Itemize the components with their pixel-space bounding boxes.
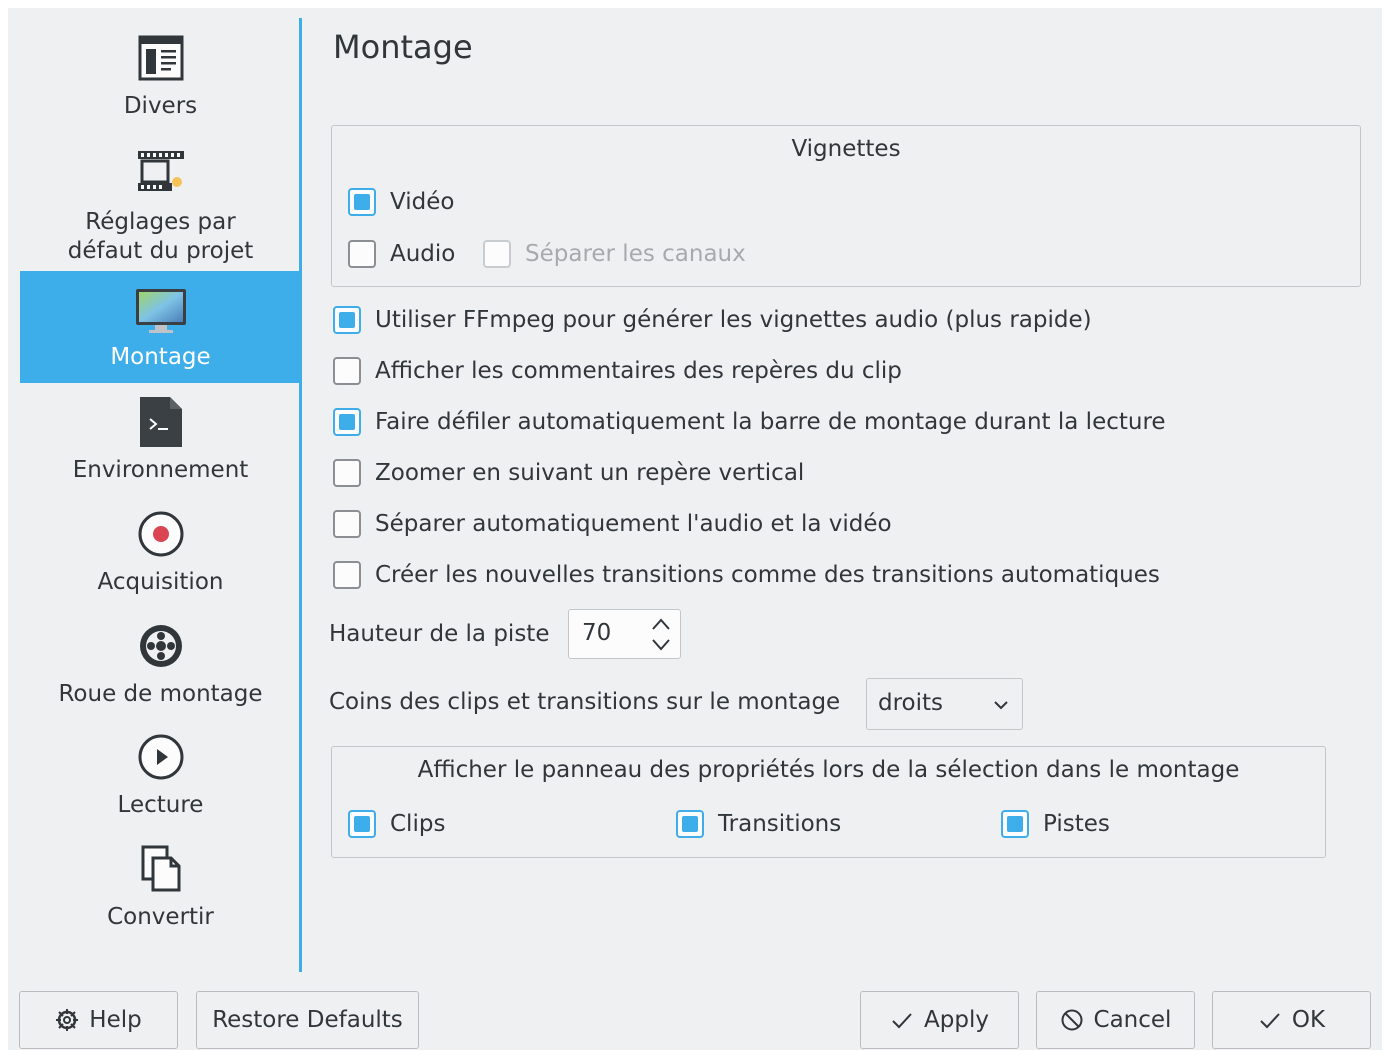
track-height-label: Hauteur de la piste [329, 621, 550, 647]
checkbox-box [333, 510, 361, 538]
record-icon [135, 508, 187, 560]
cancel-icon [1060, 1008, 1084, 1032]
chevron-down-icon [990, 695, 1012, 715]
automatic-transitions-checkbox[interactable]: Créer les nouvelles transitions comme de… [333, 561, 1160, 589]
sidebar-item-acquisition[interactable]: Acquisition [20, 508, 301, 608]
sidebar-divider [299, 18, 302, 972]
checkmark-icon [890, 1008, 914, 1032]
checkbox-box [333, 306, 361, 334]
checkbox-label: Séparer les canaux [525, 241, 746, 267]
help-button[interactable]: Help [19, 991, 178, 1049]
checkbox-label: Afficher les commentaires des repères du… [375, 358, 902, 384]
video-thumbnails-checkbox[interactable]: Vidéo [348, 188, 454, 216]
help-icon [55, 1008, 79, 1032]
cancel-button[interactable]: Cancel [1036, 991, 1195, 1049]
convert-icon [135, 843, 187, 895]
terminal-icon [135, 396, 187, 448]
sidebar-item-montage[interactable]: Montage [20, 271, 301, 383]
button-label: Restore Defaults [212, 1007, 403, 1033]
checkbox-label: Zoomer en suivant un repère vertical [375, 460, 805, 486]
sidebar-item-label: Environnement [72, 457, 249, 483]
play-icon [135, 731, 187, 783]
film-project-icon [135, 146, 187, 198]
page-title: Montage [333, 28, 473, 66]
sidebar-item-label: Réglages par défaut du projet [67, 209, 254, 264]
properties-panel-group: Afficher le panneau des propriétés lors … [331, 746, 1326, 858]
checkbox-label: Vidéo [390, 189, 455, 215]
ffmpeg-audio-thumbnails-checkbox[interactable]: Utiliser FFmpeg pour générer les vignett… [333, 306, 1092, 334]
checkbox-label: Transitions [718, 811, 842, 837]
sidebar-item-convertir[interactable]: Convertir [20, 843, 301, 943]
checkmark-icon [1258, 1008, 1282, 1032]
show-marker-comments-checkbox[interactable]: Afficher les commentaires des repères du… [333, 357, 902, 385]
checkbox-box [348, 240, 376, 268]
properties-tracks-checkbox[interactable]: Pistes [1001, 810, 1110, 838]
properties-clips-checkbox[interactable]: Clips [348, 810, 445, 838]
sidebar-item-roue-de-montage[interactable]: Roue de montage [20, 620, 301, 720]
checkbox-label: Clips [390, 811, 446, 837]
audio-thumbnails-checkbox[interactable]: Audio [348, 240, 455, 268]
zoom-follow-marker-checkbox[interactable]: Zoomer en suivant un repère vertical [333, 459, 804, 487]
group-title: Vignettes [791, 136, 901, 162]
clip-corners-label: Coins des clips et transitions sur le mo… [329, 689, 841, 715]
chevron-up-icon[interactable] [649, 614, 673, 634]
checkbox-box [1001, 810, 1029, 838]
checkbox-box [333, 408, 361, 436]
checkbox-box [333, 459, 361, 487]
sidebar-item-label: Convertir [107, 904, 214, 930]
checkbox-label: Séparer automatiquement l'audio et la vi… [375, 511, 892, 537]
sidebar-item-label: Roue de montage [58, 681, 263, 707]
checkbox-label: Audio [390, 241, 456, 267]
button-label: Cancel [1093, 1007, 1172, 1033]
sidebar-item-lecture[interactable]: Lecture [20, 731, 301, 831]
checkbox-label: Utiliser FFmpeg pour générer les vignett… [375, 307, 1092, 333]
spinbox-value: 70 [582, 620, 612, 646]
ok-button[interactable]: OK [1212, 991, 1371, 1049]
apply-button[interactable]: Apply [860, 991, 1019, 1049]
track-height-spinbox[interactable]: 70 [568, 609, 681, 659]
sidebar: Divers Réglages par défaut du projet Mont… [20, 18, 301, 972]
button-label: OK [1291, 1007, 1326, 1033]
button-label: Help [89, 1007, 142, 1033]
checkbox-box [333, 357, 361, 385]
sidebar-item-divers[interactable]: Divers [20, 32, 301, 132]
checkbox-label: Pistes [1043, 811, 1110, 837]
sidebar-item-label: Divers [123, 93, 198, 119]
sidebar-item-label: Lecture [117, 792, 204, 818]
checkbox-label: Créer les nouvelles transitions comme de… [375, 562, 1160, 588]
autoscroll-timeline-checkbox[interactable]: Faire défiler automatiquement la barre d… [333, 408, 1166, 436]
jog-wheel-icon [135, 620, 187, 672]
checkbox-box [676, 810, 704, 838]
timeline-monitor-icon [135, 285, 187, 337]
group-title: Afficher le panneau des propriétés lors … [417, 757, 1240, 783]
select-value: droits [878, 690, 944, 716]
checkbox-box [348, 810, 376, 838]
checkbox-box [483, 240, 511, 268]
separate-channels-checkbox: Séparer les canaux [483, 240, 746, 268]
checkbox-label: Faire défiler automatiquement la barre d… [375, 409, 1166, 435]
sidebar-item-label: Montage [110, 344, 211, 370]
sidebar-item-environnement[interactable]: Environnement [20, 396, 301, 496]
sidebar-item-label: Acquisition [97, 569, 224, 595]
misc-icon [135, 32, 187, 84]
checkbox-box [348, 188, 376, 216]
properties-transitions-checkbox[interactable]: Transitions [676, 810, 841, 838]
chevron-down-icon[interactable] [649, 635, 673, 655]
button-label: Apply [924, 1007, 989, 1033]
auto-split-audio-video-checkbox[interactable]: Séparer automatiquement l'audio et la vi… [333, 510, 892, 538]
clip-corners-select[interactable]: droits [866, 678, 1023, 730]
sidebar-item-project-defaults[interactable]: Réglages par défaut du projet [20, 146, 301, 271]
checkbox-box [333, 561, 361, 589]
restore-defaults-button[interactable]: Restore Defaults [196, 991, 419, 1049]
